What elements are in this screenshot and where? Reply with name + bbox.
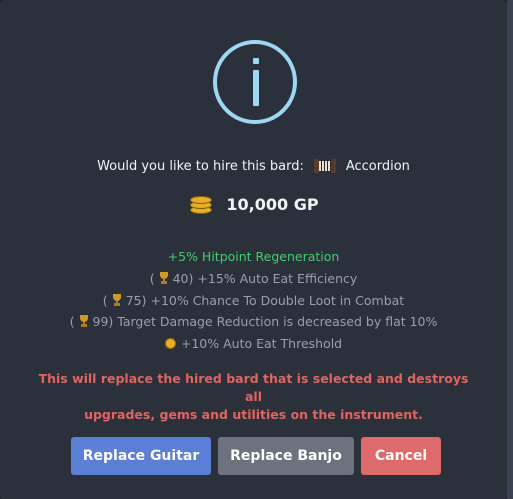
gp-coins-icon (188, 192, 214, 216)
mastery-level: 75) (125, 292, 147, 308)
info-icon-dot (253, 58, 259, 64)
info-icon-stem (253, 70, 259, 106)
hire-question: Would you like to hire this bard: Accord… (0, 157, 507, 175)
gp-stat-text: +10% Auto Eat Threshold (180, 336, 343, 352)
warning-line-2: upgrades, gems and utilities on the inst… (84, 407, 423, 422)
mastery-stat: (99) Target Damage Reduction is decrease… (69, 314, 438, 330)
cancel-button[interactable]: Cancel (361, 437, 441, 475)
bard-stats: +5% Hitpoint Regeneration (40) +15% Auto… (0, 246, 507, 355)
scrollbar-edge (507, 0, 513, 499)
bard-name: Accordion (345, 158, 410, 174)
question-text: Would you like to hire this bard: (97, 158, 304, 174)
gp-icon (164, 338, 176, 350)
trophy-icon (78, 315, 90, 328)
hire-cost: 10,000 GP (0, 192, 507, 216)
mastery-text: +10% Chance To Double Loot in Combat (150, 292, 405, 308)
replace-banjo-button[interactable]: Replace Banjo (218, 437, 354, 475)
trophy-icon (158, 271, 170, 284)
cost-amount: 10,000 GP (226, 194, 319, 214)
info-icon (213, 40, 297, 124)
warning-line-1: This will replace the hired bard that is… (38, 371, 469, 404)
primary-stat: +5% Hitpoint Regeneration (167, 249, 340, 264)
mastery-level: 40) (172, 270, 194, 286)
mastery-stat: (75) +10% Chance To Double Loot in Comba… (102, 292, 405, 308)
replace-guitar-button[interactable]: Replace Guitar (71, 437, 211, 475)
accordion-icon (313, 157, 336, 175)
hire-bard-dialog: Would you like to hire this bard: Accord… (0, 0, 507, 499)
mastery-text: Target Damage Reduction is decreased by … (117, 314, 438, 330)
gp-stat: +10% Auto Eat Threshold (0, 333, 507, 355)
mastery-stat: (40) +15% Auto Eat Efficiency (149, 270, 358, 286)
mastery-level: 99) (92, 314, 114, 330)
mastery-text: +15% Auto Eat Efficiency (197, 270, 358, 286)
replace-warning: This will replace the hired bard that is… (30, 370, 477, 424)
trophy-icon (111, 293, 123, 306)
